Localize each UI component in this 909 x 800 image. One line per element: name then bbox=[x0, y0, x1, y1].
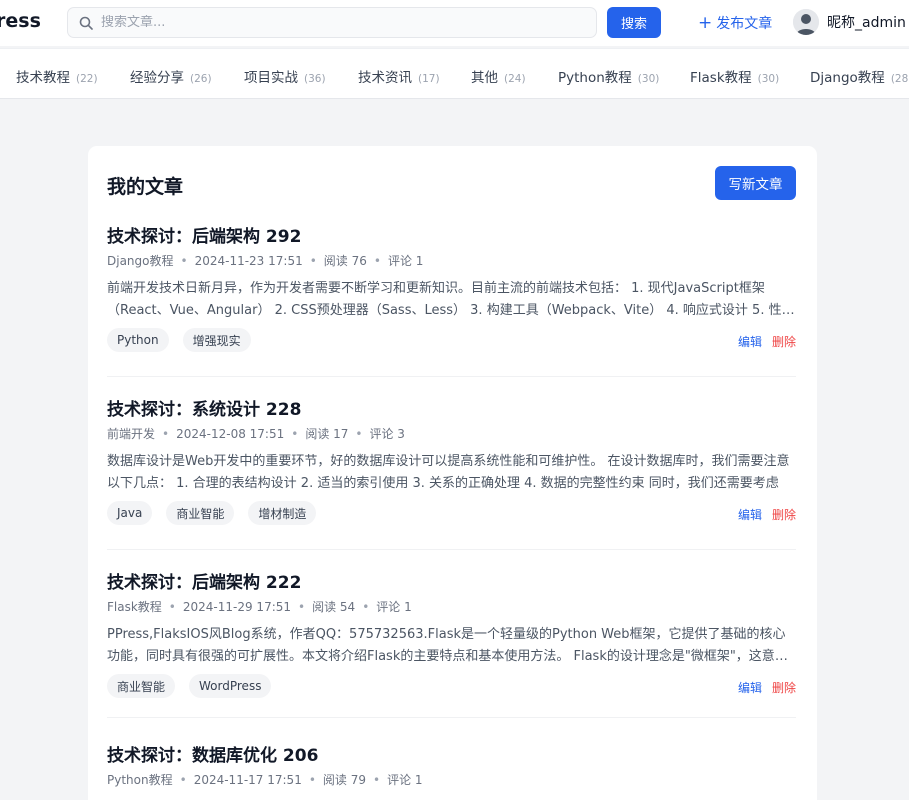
category-count: (17) bbox=[418, 73, 440, 85]
article-comments: 评论 1 bbox=[387, 773, 423, 787]
delete-link[interactable]: 删除 bbox=[772, 333, 796, 350]
delete-link[interactable]: 删除 bbox=[772, 679, 796, 696]
article-date: 2024-11-23 17:51 bbox=[194, 253, 303, 268]
article-excerpt: 数据库设计是Web开发中的重要环节，好的数据库设计可以提高系统性能和可维护性。 … bbox=[107, 454, 790, 491]
article-title[interactable]: 技术探讨：系统设计 228 bbox=[107, 395, 301, 420]
article-item: 技术探讨：系统设计 228 前端开发 • 2024-12-08 17:51 • 阅读… bbox=[107, 395, 796, 550]
category-name: Django教程 bbox=[810, 70, 885, 86]
category-count: (28) bbox=[890, 73, 909, 85]
category-count: (26) bbox=[190, 73, 212, 85]
article-actions: 编辑 删除 bbox=[738, 333, 796, 350]
search-button[interactable]: 搜索 bbox=[607, 7, 661, 38]
new-article-button[interactable]: 写新文章 bbox=[715, 166, 796, 200]
category-count: (30) bbox=[637, 73, 660, 85]
tag[interactable]: Python bbox=[107, 328, 169, 352]
article-reads: 阅读 54 bbox=[312, 600, 356, 614]
article-actions: 编辑 删除 bbox=[738, 679, 796, 696]
article-meta: Python教程 • 2024-11-17 17:51 • 阅读 79 • 评论 1 bbox=[107, 771, 423, 788]
article-excerpt: 前端开发技术日新月异，作为开发者需要不断学习和更新知识。目前主流的前端技术包括：… bbox=[107, 281, 795, 318]
publish-article-link[interactable]: + 发布文章 bbox=[698, 13, 772, 33]
article-date: 2024-12-08 17:51 bbox=[176, 426, 285, 441]
article-reads: 阅读 76 bbox=[323, 254, 367, 268]
username: 昵称_admin bbox=[827, 15, 906, 31]
article-excerpt: PPress,FlaksIOS风Blog系统，作者QQ：575732563.Fl… bbox=[107, 627, 788, 664]
article-meta: Flask教程 • 2024-11-29 17:51 • 阅读 54 • 评论 1 bbox=[107, 598, 412, 615]
category-item[interactable]: 技术资讯 (17) bbox=[358, 66, 440, 86]
category-name: 项目实战 bbox=[244, 70, 298, 86]
category-item[interactable]: 项目实战 (36) bbox=[244, 66, 326, 86]
tag[interactable]: Java bbox=[107, 501, 153, 525]
delete-link[interactable]: 删除 bbox=[772, 506, 796, 523]
article-date: 2024-11-17 17:51 bbox=[193, 772, 302, 787]
category-count: (30) bbox=[757, 73, 780, 85]
article-tags: Python 增强现实 bbox=[107, 328, 251, 352]
site-logo[interactable]: ress bbox=[0, 10, 41, 32]
search-input[interactable] bbox=[101, 15, 581, 30]
category-nav: 技术教程 (22) 经验分享 (26) 项目实战 (36) 技术资讯 (17) 其他 (2… bbox=[0, 48, 909, 99]
category-count: (24) bbox=[504, 73, 526, 85]
category-name: Flask教程 bbox=[690, 70, 752, 86]
category-name: 经验分享 bbox=[130, 70, 184, 86]
article-title[interactable]: 技术探讨：后端架构 222 bbox=[107, 568, 301, 593]
article-item: 技术探讨：数据库优化 206 Python教程 • 2024-11-17 17:5… bbox=[107, 741, 796, 800]
tag[interactable]: 商业智能 bbox=[107, 674, 176, 698]
tag[interactable]: 增强现实 bbox=[182, 328, 251, 352]
article-category[interactable]: Python教程 bbox=[107, 771, 173, 788]
category-name: Python教程 bbox=[558, 70, 632, 86]
tag[interactable]: WordPress bbox=[189, 674, 272, 698]
category-name: 其他 bbox=[471, 70, 498, 86]
article-category[interactable]: Django教程 bbox=[107, 252, 174, 269]
category-item[interactable]: Django教程 (28) bbox=[810, 66, 909, 86]
top-navbar: ress 搜索 + 发布文章 昵称_admin bbox=[0, 0, 909, 46]
article-comments: 评论 1 bbox=[387, 254, 424, 268]
category-name: 技术教程 bbox=[16, 70, 70, 86]
publish-label: 发布文章 bbox=[716, 16, 773, 32]
article-item: 技术探讨：后端架构 292 Django教程 • 2024-11-23 17:51… bbox=[107, 222, 796, 377]
article-date: 2024-11-29 17:51 bbox=[182, 599, 292, 614]
article-comments: 评论 1 bbox=[376, 600, 412, 614]
article-item: 技术探讨：后端架构 222 Flask教程 • 2024-11-29 17:51 •… bbox=[107, 568, 796, 718]
article-tags: 商业智能 WordPress bbox=[107, 674, 272, 698]
article-reads: 阅读 79 bbox=[322, 773, 366, 787]
search-icon bbox=[79, 16, 93, 30]
article-category[interactable]: Flask教程 bbox=[107, 598, 162, 615]
category-item[interactable]: Python教程 (30) bbox=[558, 66, 659, 86]
category-item[interactable]: 技术教程 (22) bbox=[16, 66, 98, 86]
category-count: (36) bbox=[304, 73, 326, 85]
category-item[interactable]: 经验分享 (26) bbox=[130, 66, 212, 86]
category-count: (22) bbox=[76, 73, 98, 85]
plus-icon: + bbox=[698, 13, 713, 33]
article-comments: 评论 3 bbox=[369, 427, 405, 441]
article-meta: 前端开发 • 2024-12-08 17:51 • 阅读 17 • 评论 3 bbox=[107, 425, 405, 442]
article-actions: 编辑 删除 bbox=[738, 506, 796, 523]
my-articles-card: 我的文章 写新文章 技术探讨：后端架构 292 Django教程 • 2024-1… bbox=[88, 146, 817, 800]
edit-link[interactable]: 编辑 bbox=[738, 333, 762, 350]
edit-link[interactable]: 编辑 bbox=[738, 679, 762, 696]
article-tags: Java 商业智能 增材制造 bbox=[107, 501, 317, 525]
tag[interactable]: 商业智能 bbox=[166, 501, 235, 525]
article-meta: Django教程 • 2024-11-23 17:51 • 阅读 76 • 评论 1 bbox=[107, 252, 424, 269]
tag[interactable]: 增材制造 bbox=[248, 501, 317, 525]
category-item[interactable]: Flask教程 (30) bbox=[690, 66, 779, 86]
avatar bbox=[793, 9, 819, 35]
edit-link[interactable]: 编辑 bbox=[738, 506, 762, 523]
search-box[interactable] bbox=[67, 7, 597, 38]
article-category[interactable]: 前端开发 bbox=[107, 425, 155, 442]
article-title[interactable]: 技术探讨：数据库优化 206 bbox=[107, 741, 318, 766]
category-item[interactable]: 其他 (24) bbox=[471, 66, 526, 86]
user-menu[interactable]: 昵称_admin bbox=[793, 9, 906, 35]
category-name: 技术资讯 bbox=[358, 70, 412, 86]
article-reads: 阅读 17 bbox=[305, 427, 349, 441]
article-title[interactable]: 技术探讨：后端架构 292 bbox=[107, 222, 301, 247]
page-title: 我的文章 bbox=[107, 176, 184, 198]
